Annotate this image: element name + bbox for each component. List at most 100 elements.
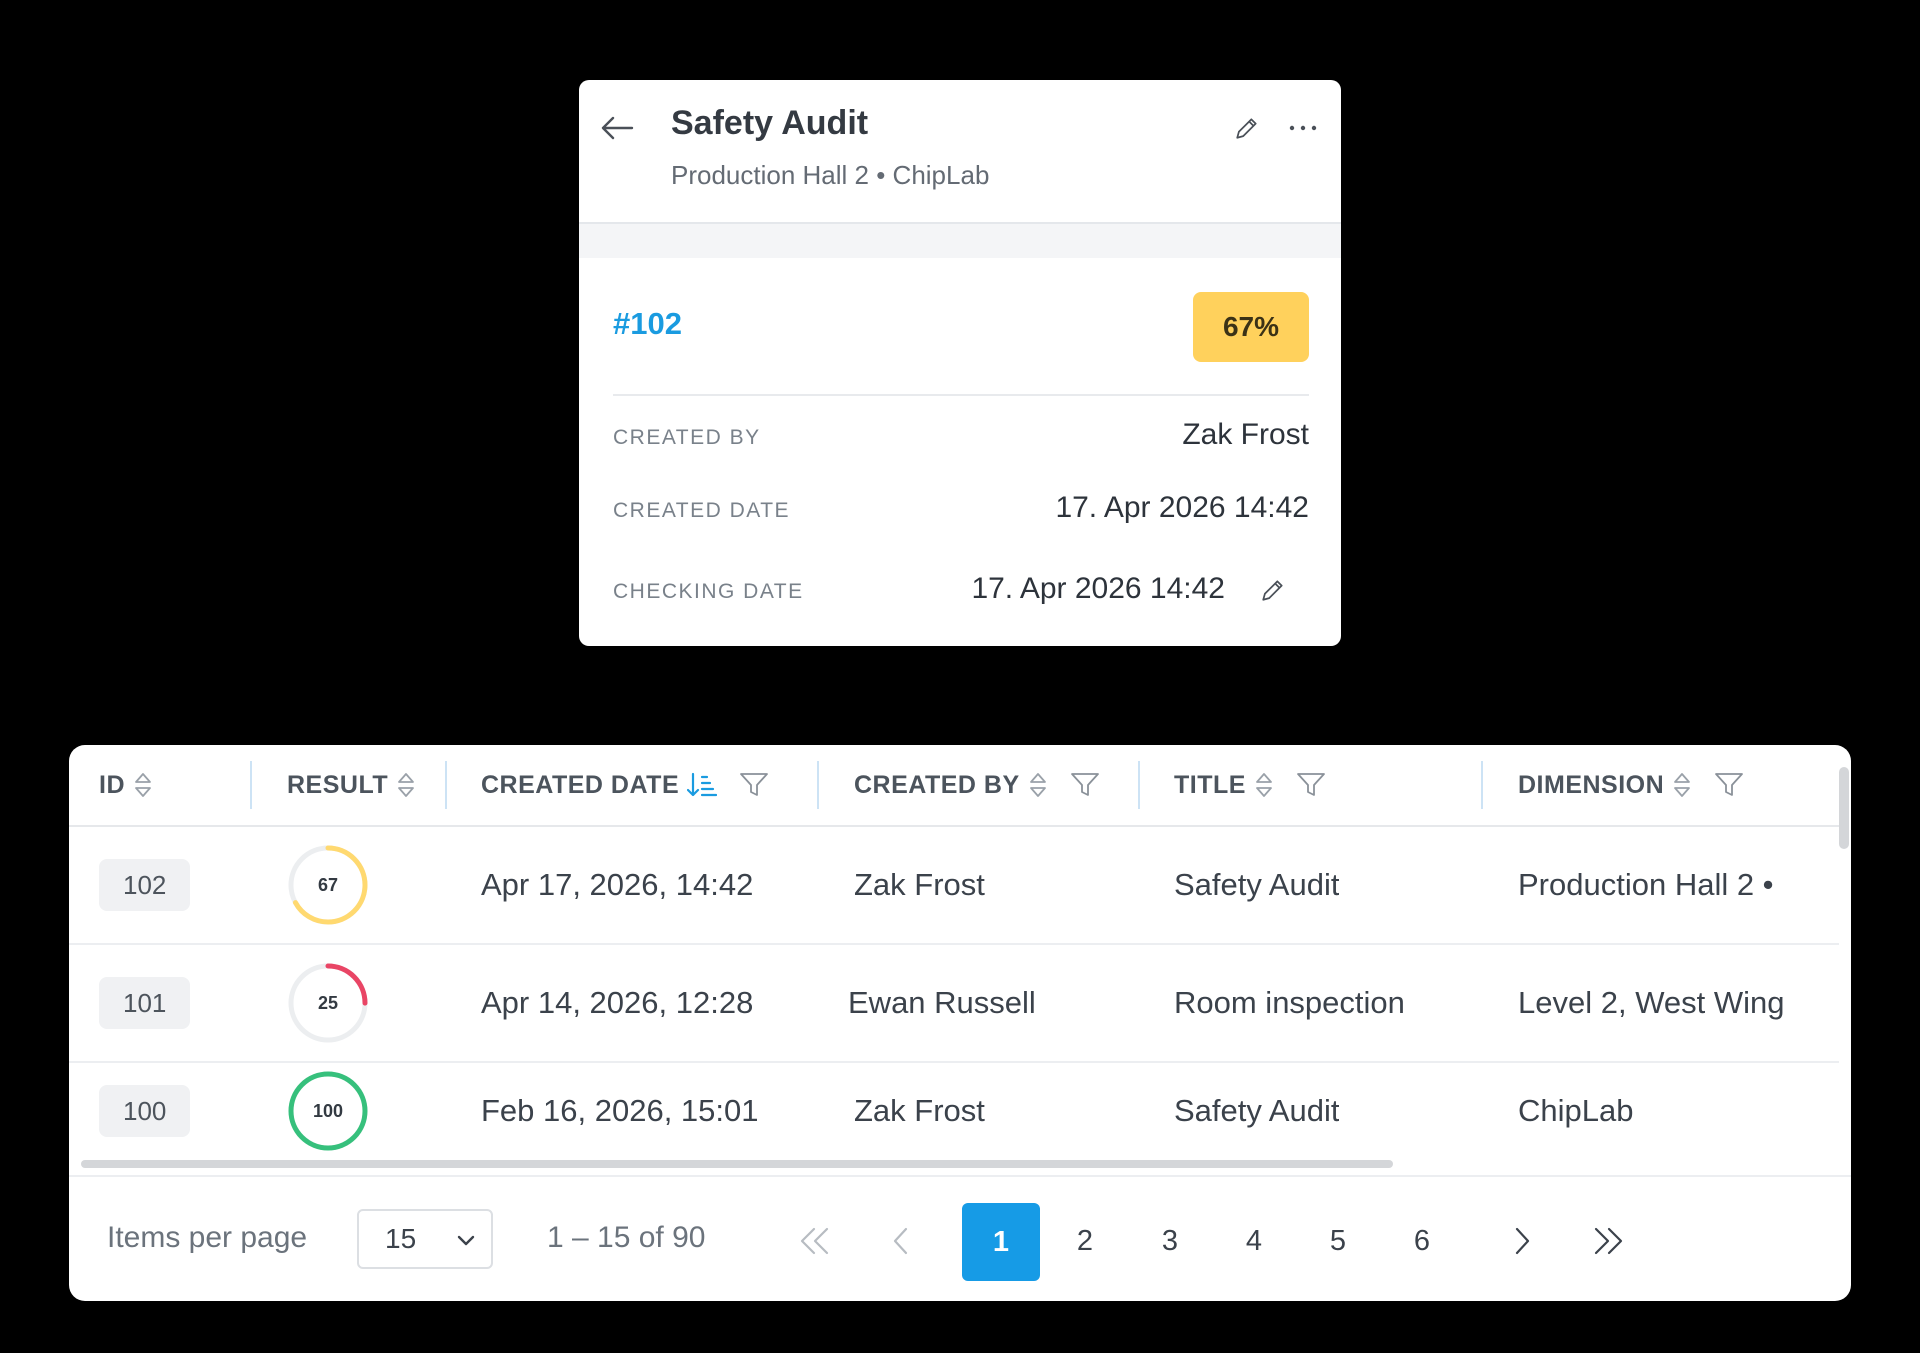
cell-title: Safety Audit: [1174, 1093, 1340, 1128]
result-value: 100: [312, 1100, 344, 1121]
more-options-button[interactable]: [1281, 108, 1325, 148]
card-separator-strip: [579, 224, 1341, 258]
items-per-page-select[interactable]: 15: [357, 1209, 493, 1269]
score-badge: 67%: [1193, 292, 1309, 362]
cell-result: 67: [287, 827, 369, 943]
field-label: CREATED DATE: [613, 499, 791, 522]
cell-id: 101: [99, 945, 191, 1061]
arrow-left-icon: [601, 116, 634, 140]
field-value: Zak Frost: [1182, 418, 1309, 451]
audits-table-panel: ID RESULT CREATED DATE CREATED BY TITLE …: [69, 745, 1851, 1301]
cell-created-by: Zak Frost: [854, 1093, 985, 1128]
page-button-2[interactable]: 2: [1051, 1207, 1119, 1275]
card-subtitle: Production Hall 2 • ChipLab: [671, 160, 990, 190]
audit-id-link[interactable]: #102: [613, 306, 682, 342]
cell-id: 102: [99, 827, 191, 943]
page-button-1[interactable]: 1: [962, 1203, 1040, 1281]
column-header-created-by[interactable]: CREATED BY: [854, 745, 1100, 825]
cell-created-date: Apr 17, 2026, 14:42: [481, 867, 754, 902]
result-value: 67: [317, 874, 339, 895]
column-header-created-date[interactable]: CREATED DATE: [481, 745, 769, 825]
field-created-by: CREATED BY Zak Frost: [613, 418, 1309, 458]
column-resizer[interactable]: [817, 761, 819, 809]
result-progress-ring: 100: [287, 1070, 369, 1152]
cell-created-date: Apr 14, 2026, 12:28: [481, 985, 754, 1020]
previous-page-button[interactable]: [867, 1207, 935, 1275]
edit-checking-date-button[interactable]: [1253, 570, 1293, 610]
last-page-button[interactable]: [1574, 1207, 1642, 1275]
result-value: 25: [317, 992, 339, 1013]
back-button[interactable]: [595, 106, 639, 150]
cell-dimension: Production Hall 2 •: [1518, 867, 1774, 902]
chevron-right-icon: [1515, 1227, 1530, 1255]
table-row[interactable]: 100 100 Feb 16, 2026, 15:01 Zak Frost Sa…: [69, 1063, 1839, 1159]
first-page-button[interactable]: [781, 1207, 849, 1275]
sort-icon[interactable]: [1028, 771, 1048, 799]
cell-id: 100: [99, 1063, 191, 1159]
cell-created-date: Feb 16, 2026, 15:01: [481, 1093, 759, 1128]
column-resizer[interactable]: [1481, 761, 1483, 809]
page-button-4[interactable]: 4: [1220, 1207, 1288, 1275]
pagination-range: 1 – 15 of 90: [547, 1221, 706, 1254]
filter-icon[interactable]: [739, 771, 769, 799]
column-header-dimension[interactable]: DIMENSION: [1518, 745, 1744, 825]
column-label: TITLE: [1174, 770, 1246, 799]
sort-descending-icon[interactable]: [687, 771, 718, 799]
column-resizer[interactable]: [250, 761, 252, 809]
column-label: CREATED BY: [854, 770, 1020, 799]
cell-dimension: Level 2, West Wing: [1518, 985, 1785, 1020]
divider: [613, 394, 1309, 396]
field-value: 17. Apr 2026 14:42: [971, 572, 1225, 605]
column-header-id[interactable]: ID: [99, 745, 153, 825]
field-value: 17. Apr 2026 14:42: [1055, 491, 1309, 524]
items-per-page-label: Items per page: [107, 1221, 308, 1254]
cell-result: 25: [287, 945, 369, 1061]
id-chip: 102: [99, 859, 191, 911]
id-chip: 100: [99, 1085, 191, 1137]
sort-icon[interactable]: [1672, 771, 1692, 799]
card-header: Safety Audit Production Hall 2 • ChipLab: [579, 80, 1341, 224]
filter-icon[interactable]: [1714, 771, 1744, 799]
column-header-result[interactable]: RESULT: [287, 745, 416, 825]
column-resizer[interactable]: [445, 761, 447, 809]
field-created-date: CREATED DATE 17. Apr 2026 14:42: [613, 491, 1309, 531]
page-button-3[interactable]: 3: [1136, 1207, 1204, 1275]
field-label: CREATED BY: [613, 426, 761, 449]
chevron-left-icon: [893, 1227, 908, 1255]
field-label: CHECKING DATE: [613, 580, 804, 603]
cell-title: Safety Audit: [1174, 867, 1340, 902]
table-row[interactable]: 102 67 Apr 17, 2026, 14:42 Zak Frost Saf…: [69, 827, 1839, 945]
result-progress-ring: 25: [287, 962, 369, 1044]
cell-result: 100: [287, 1063, 369, 1159]
pagination-bar: Items per page 15 1 – 15 of 90 1 2 3 4 5…: [69, 1175, 1851, 1301]
cell-dimension: ChipLab: [1518, 1093, 1634, 1128]
column-resizer[interactable]: [1138, 761, 1140, 809]
chevrons-right-icon: [1594, 1227, 1623, 1255]
next-page-button[interactable]: [1488, 1207, 1556, 1275]
audit-detail-card: Safety Audit Production Hall 2 • ChipLab…: [579, 80, 1341, 646]
vertical-scrollbar-thumb[interactable]: [1839, 767, 1849, 849]
column-label: CREATED DATE: [481, 770, 680, 799]
column-label: DIMENSION: [1518, 770, 1665, 799]
sort-icon[interactable]: [1254, 771, 1274, 799]
edit-button[interactable]: [1227, 108, 1267, 148]
column-label: ID: [99, 770, 125, 799]
sort-icon[interactable]: [133, 771, 153, 799]
sort-icon[interactable]: [396, 771, 416, 799]
column-header-title[interactable]: TITLE: [1174, 745, 1326, 825]
cell-created-by: Zak Frost: [854, 867, 985, 902]
chevron-down-icon: [455, 1229, 477, 1251]
column-label: RESULT: [287, 770, 389, 799]
cell-created-by: Ewan Russell: [848, 985, 1036, 1020]
field-checking-date: CHECKING DATE 17. Apr 2026 14:42: [613, 572, 1309, 612]
more-horizontal-icon: [1289, 125, 1317, 131]
id-chip: 101: [99, 977, 191, 1029]
horizontal-scrollbar-thumb[interactable]: [81, 1160, 1393, 1168]
filter-icon[interactable]: [1070, 771, 1100, 799]
filter-icon[interactable]: [1296, 771, 1326, 799]
card-body: #102 67% CREATED BY Zak Frost CREATED DA…: [579, 258, 1341, 646]
table-row[interactable]: 101 25 Apr 14, 2026, 12:28 Ewan Russell …: [69, 945, 1839, 1063]
chevrons-left-icon: [800, 1227, 829, 1255]
page-button-6[interactable]: 6: [1388, 1207, 1456, 1275]
page-button-5[interactable]: 5: [1304, 1207, 1372, 1275]
